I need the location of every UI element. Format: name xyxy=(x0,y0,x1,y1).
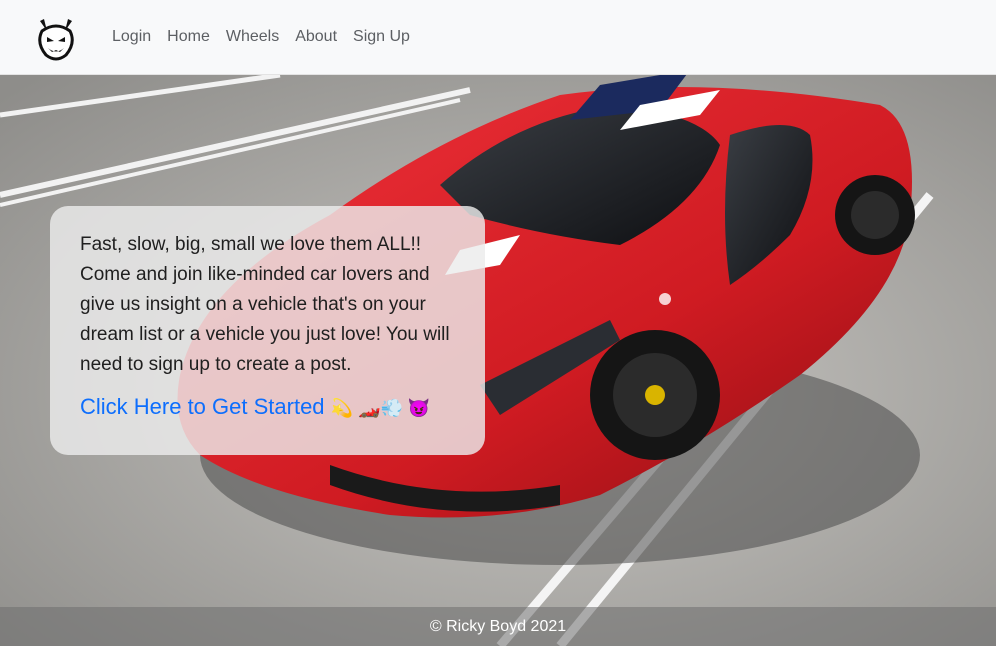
cta-emojis: 💫 🏎️💨 😈 xyxy=(330,398,431,418)
nav-links: Login Home Wheels About Sign Up xyxy=(104,20,418,54)
nav-link-home[interactable]: Home xyxy=(159,20,218,54)
brand-logo[interactable] xyxy=(30,11,82,63)
welcome-card: Fast, slow, big, small we love them ALL!… xyxy=(50,206,485,455)
devil-logo-icon xyxy=(38,19,74,61)
nav-link-signup[interactable]: Sign Up xyxy=(345,20,418,54)
top-navbar: Login Home Wheels About Sign Up xyxy=(0,0,996,75)
nav-link-login[interactable]: Login xyxy=(104,20,159,54)
page-footer: © Ricky Boyd 2021 xyxy=(0,607,996,646)
get-started-label: Click Here to Get Started xyxy=(80,394,325,419)
copyright-text: © Ricky Boyd 2021 xyxy=(429,617,567,635)
get-started-link[interactable]: Click Here to Get Started 💫 🏎️💨 😈 xyxy=(80,394,455,420)
welcome-text: Fast, slow, big, small we love them ALL!… xyxy=(80,234,450,375)
nav-link-about[interactable]: About xyxy=(287,20,345,54)
nav-link-wheels[interactable]: Wheels xyxy=(218,20,287,54)
